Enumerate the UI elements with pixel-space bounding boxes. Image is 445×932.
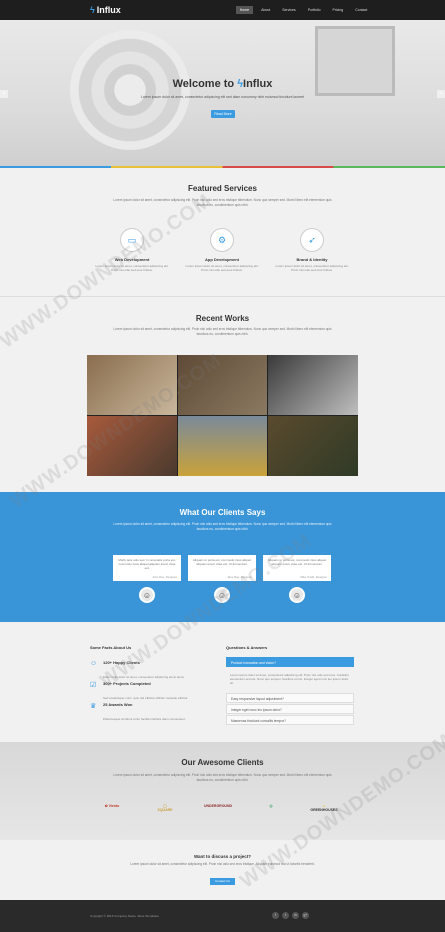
hero-title: Welcome to ϟInflux: [0, 78, 445, 90]
portfolio-item-5[interactable]: [177, 416, 268, 476]
service-text: Lorem ipsum dolor sit amet, consectetur …: [275, 264, 349, 272]
twitter-icon[interactable]: t: [282, 912, 289, 919]
client-logo-viento[interactable]: ✿ Viento: [90, 804, 134, 808]
qa-title: Questions & Answers: [226, 645, 268, 650]
testimonials-title: What Our Clients Says: [179, 508, 266, 517]
brand-logo[interactable]: ϟ Influx: [90, 5, 121, 15]
client-logo-underground[interactable]: UNDERGROUND: [196, 804, 240, 808]
testimonial-author: John Doe, Designer: [152, 575, 177, 579]
works-subtitle: Lorem ipsum dolor sit amet, consectetur …: [113, 327, 332, 336]
page: ϟ Influx Home About Services Portfolio Pr…: [0, 0, 445, 932]
clients-title: Our Awesome Clients: [181, 758, 264, 767]
avatar: ☺: [289, 587, 305, 603]
cta-title: Want to discuss a project?: [193, 854, 252, 859]
hero-background-image: [70, 30, 190, 150]
avatar: ☺: [139, 587, 155, 603]
client-logo-text: UNDERGROUND: [204, 804, 232, 808]
facebook-icon[interactable]: f: [272, 912, 279, 919]
testimonial-author: Mike Smith, Designer: [300, 575, 327, 579]
facts-title: Some Facts About Us: [90, 645, 132, 650]
brand-name: Influx: [96, 5, 121, 15]
services-title: Featured Services: [188, 184, 257, 193]
nav-item-portfolio[interactable]: Portfolio: [304, 6, 325, 14]
qa-item[interactable]: Easy responsive layout adjustment?: [226, 693, 354, 703]
qa-item[interactable]: Maecenas tincidunt convallis tempor?: [226, 715, 354, 725]
testimonial-text: Aliquam ut porta est, commodo risus aliq…: [192, 558, 252, 566]
viento-logo-icon: ✿: [104, 804, 108, 808]
nav-item-services[interactable]: Services: [278, 6, 299, 14]
qa-item[interactable]: Integer eget nunc leo ipsum dolor?: [226, 704, 354, 714]
service-brand-identity: ➶ Brand & Identity Lorem ipsum dolor sit…: [272, 228, 352, 272]
testimonial-text: Morbi quis odio sed. In venenatis porta …: [118, 558, 176, 570]
copyright-text: Copyright © 2016 Company Name. More Temp…: [90, 914, 159, 918]
footer: Copyright © 2016 Company Name. More Temp…: [0, 900, 445, 932]
bolt-icon: ϟ: [90, 5, 95, 15]
portfolio-item-6[interactable]: [268, 416, 358, 476]
portfolio-item-3[interactable]: [268, 355, 358, 415]
service-app-development: ⚙ App Development Lorem ipsum dolor sit …: [182, 228, 262, 272]
client-logo-text: Viento: [108, 804, 120, 808]
fact-title: 25 Awards Won: [103, 702, 133, 707]
nav-item-about[interactable]: About: [257, 6, 274, 14]
checkbox-icon: ☑: [90, 682, 97, 689]
trophy-icon: ♛: [90, 703, 97, 710]
linkedin-icon[interactable]: in: [292, 912, 299, 919]
rocket-icon: ➶: [300, 228, 324, 252]
gears-icon: ⚙: [210, 228, 234, 252]
service-text: Lorem ipsum dolor sit amet, consectetur …: [185, 264, 259, 272]
fact-text: Pellentesque tincidunt tortor facilisis …: [103, 717, 186, 721]
color-strip: [0, 166, 445, 168]
top-navbar: ϟ Influx Home About Services Portfolio Pr…: [0, 0, 445, 20]
service-title: App Development: [204, 257, 239, 262]
hero-title-brand: Influx: [243, 78, 273, 90]
google-plus-icon[interactable]: g+: [302, 912, 309, 919]
qa-answer: Lorem ipsum dolor sit amet, consectetur …: [230, 673, 350, 685]
fact-item: ♛ 25 Awards Won Pellentesque tincidunt tor…: [90, 702, 210, 725]
nav-item-pricing[interactable]: Pricing: [329, 6, 348, 14]
services-subtitle: Lorem ipsum dolor sit amet, consectetur …: [113, 198, 332, 207]
nav-item-contact[interactable]: Contact: [351, 6, 371, 14]
read-more-button[interactable]: Read More: [211, 110, 235, 118]
hero-section: ‹ › Welcome to ϟInflux Lorem ipsum dolor…: [0, 20, 445, 168]
qa-item-open[interactable]: Product innovation and vision?: [226, 657, 354, 667]
works-title: Recent Works: [195, 314, 250, 323]
clients-subtitle: Lorem ipsum dolor sit amet, consectetur …: [113, 773, 332, 782]
rings-logo-icon: ◎: [269, 804, 273, 808]
client-logo-4[interactable]: ◎: [249, 804, 293, 808]
testimonial-card: Morbi quis odio sed. In venenatis porta …: [113, 555, 181, 581]
client-logo-text: SQUARE: [157, 808, 173, 812]
cta-text: Lorem ipsum dolor sit amet, consectetur …: [130, 862, 315, 866]
fact-text: Sed scelerisque nunc, quis nisl efficitu…: [103, 696, 189, 700]
nav-item-home[interactable]: Home: [235, 6, 254, 14]
contact-us-button[interactable]: Contact Us: [210, 878, 235, 885]
client-logo-square[interactable]: ▢ SQUARE: [143, 804, 187, 812]
hero-subtitle: Lorem ipsum dolor sit amet, consectetur …: [140, 95, 305, 99]
hero-title-prefix: Welcome to: [172, 78, 235, 90]
main-menu: Home About Services Portfolio Pricing Co…: [235, 6, 372, 14]
users-icon: ☺: [90, 660, 98, 667]
service-title: Brand & Identity: [296, 257, 328, 262]
